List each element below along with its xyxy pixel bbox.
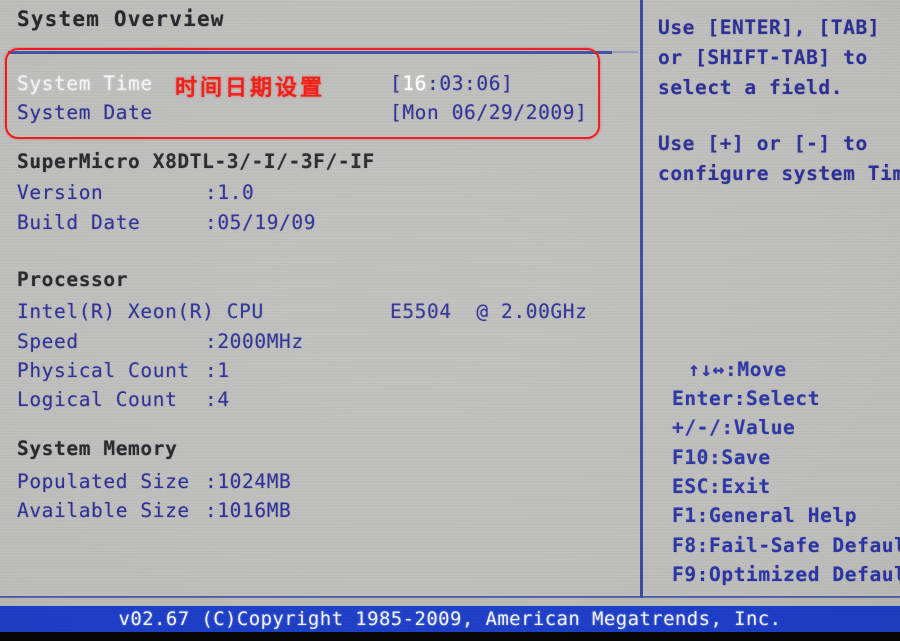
system-time-label[interactable]: System Time (17, 72, 153, 95)
bios-setup-screen: System Overview System Time [16:03:06] S… (0, 0, 900, 641)
key-hint-f8-fail-safe-defaults: F8:Fail-Safe Defaul (672, 534, 900, 557)
processor-speed-value: :2000MHz (205, 330, 304, 353)
board-version-value: :1.0 (205, 181, 255, 204)
title-separator-tail (612, 51, 638, 53)
screen-bottom-bezel (0, 632, 900, 641)
key-hint-f1-general-help: F1:General Help (672, 504, 858, 527)
system-time-bracket-open: [ (390, 72, 403, 95)
help-line-3: select a field. (658, 76, 844, 99)
processor-physical-count-value: :1 (205, 359, 230, 382)
processor-cpu-model: E5504 @ 2.00GHz (390, 300, 588, 323)
key-hint-f9-optimized-defaults: F9:Optimized Defaul (672, 563, 900, 586)
processor-section-header: Processor (17, 268, 129, 291)
key-hint-move: ↑↓↔:Move (688, 358, 787, 381)
processor-speed-label: Speed (17, 330, 79, 353)
key-hint-enter-select: Enter:Select (672, 387, 821, 410)
bottom-separator (0, 596, 900, 598)
memory-section-header: System Memory (17, 437, 178, 460)
system-time-rest: :03:06] (427, 72, 514, 95)
processor-cpu-name: Intel(R) Xeon(R) CPU (17, 300, 264, 323)
help-line-2: or [SHIFT-TAB] to (658, 46, 868, 69)
board-build-date-label: Build Date (17, 211, 141, 234)
key-hint-f10-save: F10:Save (672, 446, 771, 469)
system-time-value[interactable]: [16:03:06] (390, 72, 513, 95)
title-separator (8, 51, 612, 54)
system-time-hour-selected[interactable]: 16 (402, 72, 427, 95)
help-line-1: Use [ENTER], [TAB] (658, 16, 881, 39)
memory-populated-size-value: :1024MB (205, 470, 292, 493)
bios-body: System Overview System Time [16:03:06] S… (0, 0, 900, 598)
copyright-text: v02.67 (C)Copyright 1985-2009, American … (118, 608, 782, 630)
help-line-4: Use [+] or [-] to (658, 132, 868, 155)
system-date-label[interactable]: System Date (17, 101, 153, 124)
processor-physical-count-label: Physical Count (17, 359, 190, 382)
help-panel: Use [ENTER], [TAB] or [SHIFT-TAB] to sel… (644, 0, 900, 598)
memory-available-size-label: Available Size (17, 499, 190, 522)
help-line-5: configure system Time (658, 162, 900, 185)
key-hint-value: +/-/:Value (672, 416, 796, 439)
memory-populated-size-label: Populated Size (17, 470, 190, 493)
board-model: SuperMicro X8DTL-3/-I/-3F/-IF (17, 150, 375, 173)
system-date-value[interactable]: [Mon 06/29/2009] (390, 101, 587, 124)
memory-available-size-value: :1016MB (205, 499, 292, 522)
board-build-date-value: :05/19/09 (205, 211, 317, 234)
panel-divider (640, 0, 643, 598)
key-hint-esc-exit: ESC:Exit (672, 475, 771, 498)
board-version-label: Version (17, 181, 104, 204)
annotation-label: 时间日期设置 (175, 76, 326, 101)
processor-logical-count-label: Logical Count (17, 388, 178, 411)
status-bar: v02.67 (C)Copyright 1985-2009, American … (0, 606, 900, 632)
page-title: System Overview (17, 7, 225, 31)
processor-logical-count-value: :4 (205, 388, 230, 411)
main-content-panel: System Overview System Time [16:03:06] S… (0, 0, 641, 598)
